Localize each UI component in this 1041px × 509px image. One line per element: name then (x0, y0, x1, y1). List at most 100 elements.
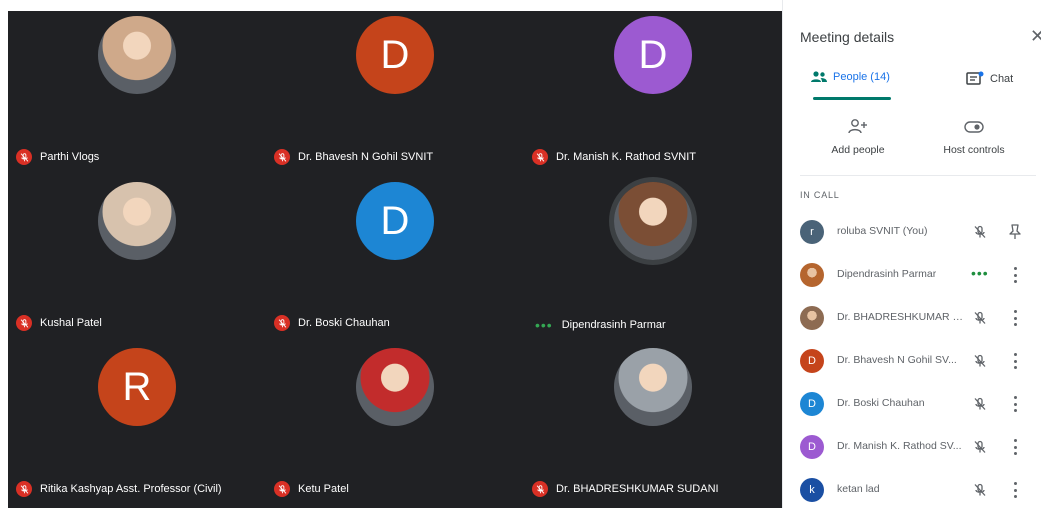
close-icon[interactable]: ✕ (1030, 26, 1041, 47)
participant-tile[interactable]: D Dr. Boski Chauhan (266, 177, 524, 343)
tab-people[interactable]: People (14) (811, 71, 890, 83)
participant-photo (98, 182, 176, 260)
participant-photo (614, 348, 692, 426)
participant-name-row: Kushal Patel (16, 315, 102, 331)
participant-avatar: D (800, 349, 824, 373)
more-options-icon[interactable] (1008, 438, 1022, 456)
participant-name-row: Dr. BHADRESHKUMAR SUDANI (532, 481, 719, 497)
participant-row[interactable]: r roluba SVNIT (You) (800, 214, 1036, 250)
participant-name: Parthi Vlogs (40, 151, 100, 163)
chat-icon (966, 71, 984, 85)
participant-tile[interactable]: Kushal Patel (8, 177, 266, 343)
participant-name: Dr. Manish K. Rathod SV... (837, 440, 962, 452)
participant-tile[interactable]: Dr. BHADRESHKUMAR SUDANI (524, 343, 782, 509)
tab-chat[interactable]: Chat (966, 71, 1013, 87)
participant-name: Dr. Bhavesh N Gohil SVNIT (298, 151, 434, 163)
participant-tile[interactable]: R Ritika Kashyap Asst. Professor (Civil) (8, 343, 266, 509)
muted-mic-icon (972, 353, 988, 369)
avatar-initial: D (380, 198, 410, 243)
participant-name-row: Ritika Kashyap Asst. Professor (Civil) (16, 481, 222, 497)
participant-row[interactable]: Dipendrasinh Parmar ••• (800, 257, 1036, 293)
muted-mic-icon (16, 315, 32, 331)
participant-name: Dr. Boski Chauhan (837, 397, 925, 409)
participant-name: Dipendrasinh Parmar (561, 319, 666, 331)
participant-tile[interactable]: Parthi Vlogs (8, 11, 266, 177)
participant-avatar: R (98, 348, 176, 426)
host-controls-label: Host controls (943, 144, 1005, 156)
avatar-initial: R (122, 364, 152, 409)
in-call-heading: IN CALL (800, 190, 840, 200)
more-options-icon[interactable] (1008, 395, 1022, 413)
speaking-indicator-icon: ••• (535, 317, 553, 333)
participant-name-row: Dr. Bhavesh N Gohil SVNIT (274, 149, 433, 165)
section-divider (800, 175, 1036, 176)
host-controls-button[interactable]: Host controls (929, 118, 1019, 156)
participant-avatar: D (800, 435, 824, 459)
participant-tile[interactable]: ••• Dipendrasinh Parmar (524, 177, 782, 343)
more-options-icon[interactable] (1008, 481, 1022, 499)
participant-avatar: D (356, 16, 434, 94)
participant-avatar: r (800, 220, 824, 244)
participant-name-row: Dr. Boski Chauhan (274, 315, 390, 331)
participant-row[interactable]: D Dr. Bhavesh N Gohil SV... (800, 343, 1036, 379)
people-icon (811, 71, 827, 82)
participant-row[interactable]: D Dr. Boski Chauhan (800, 386, 1036, 422)
muted-mic-icon (972, 396, 988, 412)
avatar-initial: D (380, 32, 410, 77)
active-tab-indicator (813, 97, 891, 100)
participant-name-row: ••• Dipendrasinh Parmar (532, 317, 666, 333)
participant-name: Kushal Patel (40, 317, 102, 329)
participant-name: Dr. Manish K. Rathod SVNIT (556, 151, 696, 163)
more-options-icon[interactable] (1008, 352, 1022, 370)
add-person-icon (848, 119, 867, 134)
participant-photo (98, 16, 176, 94)
participant-photo (800, 306, 824, 330)
avatar-initial: k (809, 484, 815, 496)
participant-name-row: Ketu Patel (274, 481, 349, 497)
participant-name: Dr. BHADRESHKUMAR S... (837, 311, 965, 323)
muted-mic-icon (532, 149, 548, 165)
add-people-button[interactable]: Add people (813, 118, 903, 156)
participant-tile[interactable]: Ketu Patel (266, 343, 524, 509)
add-people-label: Add people (831, 144, 885, 156)
participant-name: Dr. Boski Chauhan (298, 317, 390, 329)
avatar-initial: D (808, 441, 816, 453)
participant-name: Ritika Kashyap Asst. Professor (Civil) (40, 483, 222, 495)
avatar-initial: D (808, 355, 816, 367)
toggle-icon (964, 121, 984, 133)
participant-name: Dipendrasinh Parmar (837, 268, 937, 280)
participant-name: ketan lad (837, 483, 880, 495)
meeting-details-panel: Meeting details ✕ People (14) Chat Add p… (782, 0, 1041, 508)
participant-avatar: k (800, 478, 824, 502)
participant-tile[interactable]: D Dr. Manish K. Rathod SVNIT (524, 11, 782, 177)
more-options-icon[interactable] (1008, 266, 1022, 284)
participant-row[interactable]: D Dr. Manish K. Rathod SV... (800, 429, 1036, 465)
participant-avatar: D (614, 16, 692, 94)
participant-name: Ketu Patel (298, 483, 349, 495)
participant-tile[interactable]: D Dr. Bhavesh N Gohil SVNIT (266, 11, 524, 177)
muted-mic-icon (532, 481, 548, 497)
avatar-initial: D (808, 398, 816, 410)
avatar-initial: D (638, 32, 668, 77)
participant-photo (800, 263, 824, 287)
tab-chat-label: Chat (990, 73, 1014, 85)
speaking-indicator-icon: ••• (971, 265, 989, 281)
muted-mic-icon (16, 481, 32, 497)
muted-mic-icon (972, 224, 988, 240)
participant-name: Dr. Bhavesh N Gohil SV... (837, 354, 957, 366)
participant-photo (356, 348, 434, 426)
muted-mic-icon (274, 315, 290, 331)
participant-row[interactable]: Dr. BHADRESHKUMAR S... (800, 300, 1036, 336)
pin-icon[interactable] (1007, 223, 1023, 241)
participant-name: Dr. BHADRESHKUMAR SUDANI (556, 483, 719, 495)
muted-mic-icon (16, 149, 32, 165)
participant-name-row: Parthi Vlogs (16, 149, 99, 165)
muted-mic-icon (972, 482, 988, 498)
participant-avatar: D (356, 182, 434, 260)
muted-mic-icon (274, 149, 290, 165)
more-options-icon[interactable] (1008, 309, 1022, 327)
muted-mic-icon (972, 439, 988, 455)
muted-mic-icon (274, 481, 290, 497)
participant-row[interactable]: k ketan lad (800, 472, 1036, 508)
participant-name-row: Dr. Manish K. Rathod SVNIT (532, 149, 696, 165)
